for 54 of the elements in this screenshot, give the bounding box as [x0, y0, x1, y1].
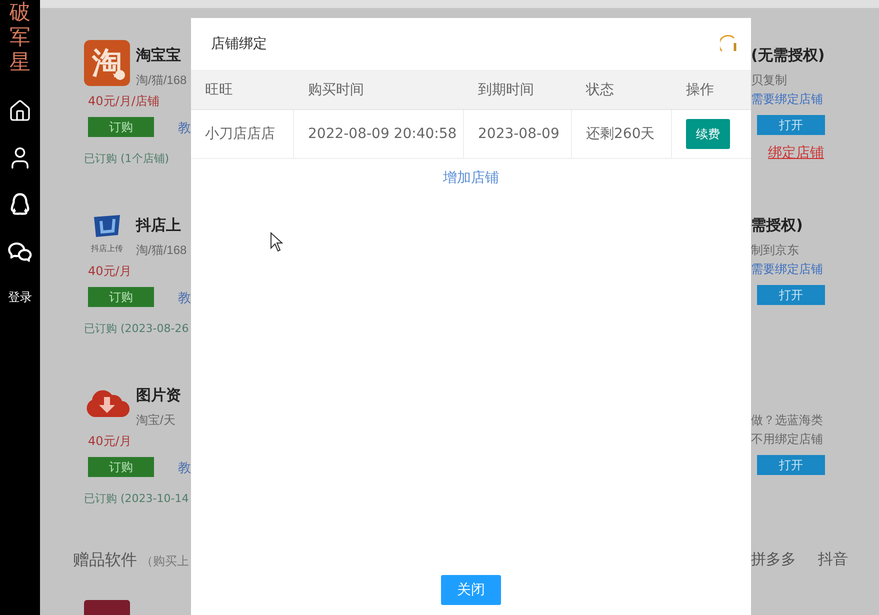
pointer-icon — [270, 232, 283, 252]
table-cell: 小刀店店店 — [191, 110, 294, 159]
order-status: 已订购 (2023-08-26 — [84, 322, 190, 336]
section-note: （购买上 — [141, 553, 189, 570]
home-icon[interactable] — [8, 99, 32, 123]
logo-caption: 抖店上传 — [91, 242, 123, 254]
platform-tab[interactable]: 抖音 — [818, 550, 848, 574]
order-button[interactable]: 订购 — [88, 287, 154, 307]
product-platforms: 淘/猫/168 — [136, 242, 187, 258]
close-button[interactable]: 关闭 — [441, 575, 501, 605]
dialog-title: 店铺绑定 — [211, 35, 267, 53]
tutorial-link[interactable]: 教 — [178, 289, 191, 307]
tutorial-link[interactable]: 教 — [178, 119, 191, 137]
login-link[interactable]: 登录 — [8, 289, 32, 306]
product-description: 贝复制 — [751, 72, 788, 88]
spinner-icon — [720, 35, 738, 53]
product-title: (无需授权) — [751, 47, 826, 63]
bind-shop-link[interactable]: 绑定店铺 — [768, 145, 824, 161]
cloud-download-icon — [84, 387, 130, 419]
binding-note: 需要绑定店铺 — [751, 92, 824, 106]
order-status: 已订购 (2023-10-14 — [84, 492, 190, 506]
tutorial-link[interactable]: 教 — [178, 459, 191, 477]
column-header: 旺旺 — [191, 71, 294, 110]
price-text: 40元/月/店铺 — [88, 94, 160, 108]
product-platforms: 淘/猫/168 — [136, 72, 187, 88]
add-shop-link[interactable]: 增加店铺 — [443, 169, 499, 187]
order-status: 已订购 (1个店铺) — [84, 152, 170, 166]
product-description: 做？选蓝海类 — [751, 412, 824, 428]
product-title: 需授权) — [751, 217, 804, 233]
section-title: 赠品软件 — [73, 550, 137, 571]
product-title: 抖店上 — [136, 217, 182, 233]
order-button[interactable]: 订购 — [88, 457, 154, 477]
order-button[interactable]: 订购 — [88, 117, 154, 137]
binding-note: 不用绑定店铺 — [751, 432, 824, 446]
renew-button[interactable]: 续费 — [686, 119, 730, 149]
product-title: 淘宝宝 — [136, 47, 182, 63]
table-cell: 2022-08-09 20:40:58 — [294, 110, 464, 159]
product-title: 图片资 — [136, 387, 181, 403]
table-cell: 2023-08-09 — [464, 110, 572, 159]
price-text: 40元/月 — [88, 264, 132, 278]
price-text: 40元/月 — [88, 434, 132, 448]
column-header: 操作 — [672, 71, 751, 110]
column-header: 状态 — [572, 71, 672, 110]
product-platforms: 淘宝/天 — [136, 412, 176, 428]
binding-note: 需要绑定店铺 — [751, 262, 824, 276]
open-button[interactable]: 打开 — [757, 285, 825, 305]
open-button[interactable]: 打开 — [757, 115, 825, 135]
open-button[interactable]: 打开 — [757, 455, 825, 475]
table-cell: 还剩260天 — [572, 110, 672, 159]
column-header: 到期时间 — [464, 71, 572, 110]
platform-tab[interactable]: 拼多多 — [751, 550, 796, 574]
logo-text: 破军星 — [10, 0, 30, 75]
product-description: 制到京东 — [751, 242, 800, 258]
column-header: 购买时间 — [294, 71, 464, 110]
